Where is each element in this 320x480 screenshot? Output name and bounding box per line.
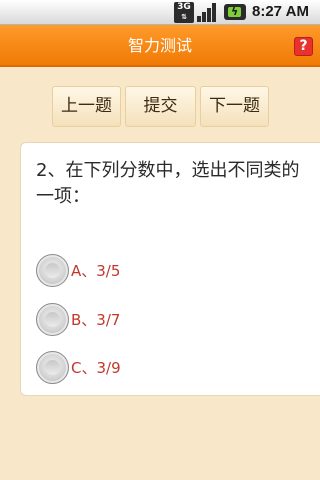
- option-b[interactable]: B、3/7: [36, 303, 296, 337]
- previous-question-button[interactable]: 上一题: [52, 86, 121, 127]
- next-question-button[interactable]: 下一题: [200, 86, 269, 127]
- option-c-label[interactable]: C、3/9: [71, 351, 121, 385]
- option-b-label[interactable]: B、3/7: [71, 303, 120, 337]
- help-button[interactable]: ?: [294, 37, 313, 56]
- option-a[interactable]: A、3/5: [36, 254, 296, 288]
- option-a-label[interactable]: A、3/5: [71, 254, 120, 288]
- network-3g-icon: 3G ⇅: [174, 2, 194, 23]
- title-bar: 智力测试 ?: [0, 25, 320, 67]
- option-c-radio[interactable]: [36, 351, 69, 384]
- option-b-radio[interactable]: [36, 303, 69, 336]
- option-a-radio[interactable]: [36, 254, 69, 287]
- question-text: 2、在下列分数中，选出不同类的一项：: [36, 160, 300, 207]
- submit-button[interactable]: 提交: [125, 86, 196, 127]
- option-c[interactable]: C、3/9: [36, 351, 296, 385]
- status-bar: 3G ⇅ ϟ 8:27 AM: [0, 0, 320, 25]
- help-icon: ?: [299, 38, 308, 54]
- question-card: 2、在下列分数中，选出不同类的一项： A、3/5 B、3/7 C、3/9: [20, 142, 320, 396]
- page-title: 智力测试: [127, 36, 192, 55]
- status-time: 8:27 AM: [252, 3, 309, 20]
- battery-charging-icon: ϟ: [224, 4, 246, 20]
- signal-strength-icon: [197, 2, 219, 23]
